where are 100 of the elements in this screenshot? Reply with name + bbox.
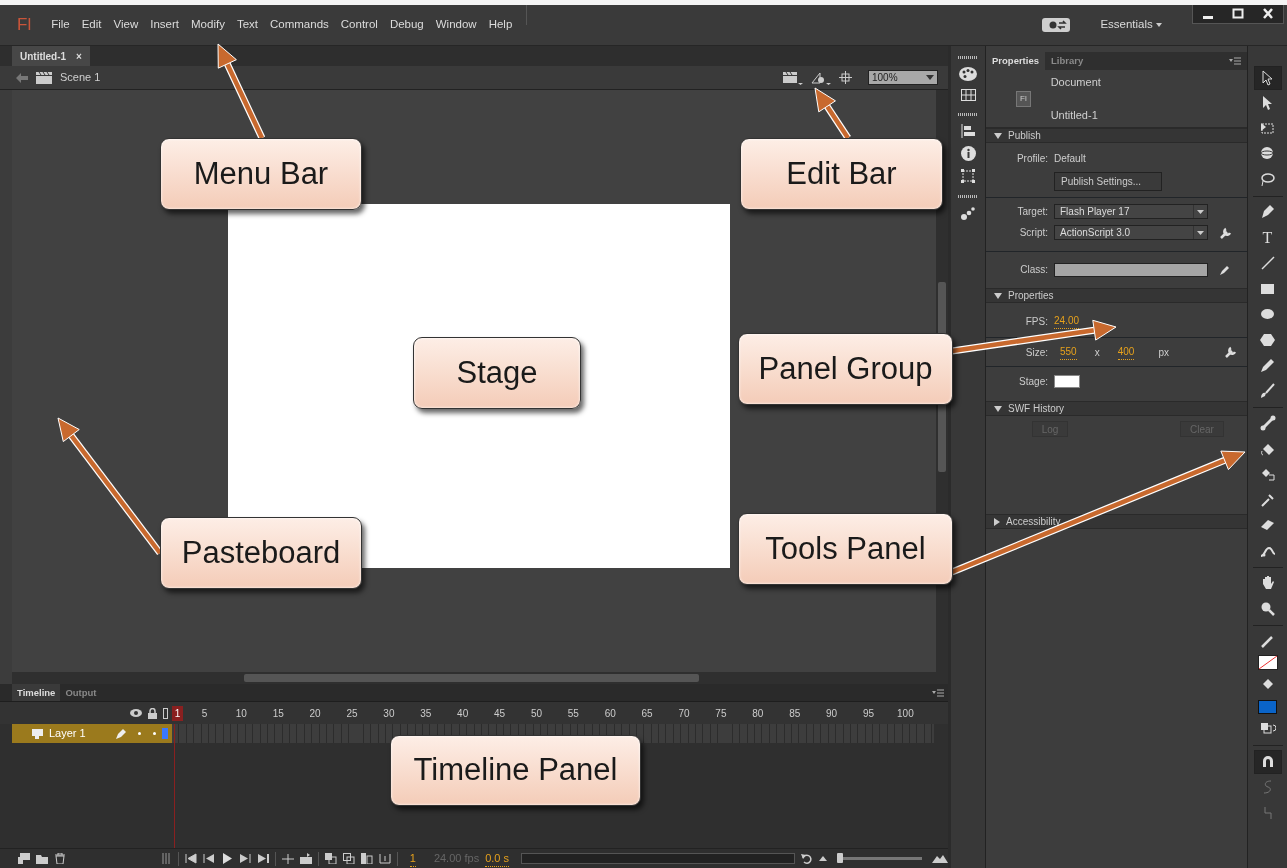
snap-magnet-tool-button[interactable] [1253, 750, 1282, 774]
disclosure-triangle-icon[interactable] [994, 292, 1002, 299]
info-icon[interactable] [960, 146, 976, 161]
pencil-icon[interactable] [1259, 357, 1276, 374]
last-frame-icon[interactable] [256, 853, 269, 864]
clapperboard-icon [36, 71, 52, 84]
menu-item[interactable]: Help [482, 14, 519, 36]
back-arrow-icon[interactable] [16, 72, 28, 83]
onion-markers-icon[interactable] [378, 853, 391, 864]
brush-icon[interactable] [1259, 382, 1276, 399]
onion-skin-icon[interactable] [324, 853, 337, 864]
scene-label[interactable]: Scene 1 [60, 69, 101, 86]
panel-tab[interactable]: Timeline [12, 684, 61, 701]
menu-item[interactable]: View [107, 14, 145, 36]
disclosure-triangle-icon[interactable] [994, 517, 1000, 526]
target-dropdown[interactable]: Flash Player 17 [1054, 204, 1208, 219]
layer-name: Layer 1 [49, 726, 87, 742]
color-palette-icon[interactable] [959, 67, 977, 81]
polygon-icon[interactable] [1259, 331, 1276, 348]
lock-icon[interactable] [148, 707, 157, 719]
pen-icon[interactable] [1259, 204, 1276, 221]
lasso-icon[interactable] [1259, 171, 1276, 188]
menu-item[interactable]: Control [334, 14, 384, 36]
transform-icon[interactable] [961, 169, 975, 183]
horizontal-scrollbar[interactable] [12, 672, 948, 684]
symbol-menu-icon[interactable] [811, 70, 831, 85]
small-mountain-icon[interactable] [819, 856, 827, 861]
line-icon[interactable] [1259, 255, 1276, 272]
trash-icon[interactable] [54, 853, 66, 864]
panel-menu-icon[interactable] [1229, 57, 1241, 65]
section-header[interactable]: Accessibility [986, 514, 1247, 529]
pencil-icon[interactable] [1220, 264, 1230, 275]
panel-menu-icon[interactable] [932, 689, 944, 697]
disclosure-triangle-icon[interactable] [994, 405, 1002, 412]
frame-number: 70 [677, 706, 691, 721]
menu-item[interactable]: Commands [264, 14, 335, 36]
free-transform-icon[interactable] [1259, 120, 1276, 137]
outline-color-icon[interactable] [162, 728, 168, 739]
crosshair-icon[interactable] [839, 71, 852, 84]
section-header[interactable]: Properties [986, 288, 1247, 303]
folder-icon[interactable] [36, 853, 48, 864]
dot-icon[interactable] [153, 732, 156, 735]
dot-icon[interactable] [138, 732, 141, 735]
menu-item[interactable]: Modify [185, 14, 231, 36]
step-back-icon[interactable] [202, 853, 215, 864]
current-frame[interactable]: 1 [409, 849, 416, 868]
stroke-color-icon[interactable] [1259, 633, 1276, 650]
panel-tab[interactable]: Properties [986, 52, 1045, 70]
bone-icon[interactable] [1259, 415, 1276, 432]
motion-dots-icon[interactable] [961, 206, 975, 220]
section-header[interactable]: Publish [986, 128, 1247, 143]
no-color-swatch[interactable] [1257, 655, 1278, 670]
new-layer-icon[interactable] [18, 853, 30, 864]
layer-icon [32, 728, 43, 739]
align-icon[interactable] [961, 124, 975, 138]
timeline-scrollbar[interactable] [521, 853, 795, 864]
magnifier-icon[interactable] [1259, 600, 1276, 617]
outline-icon[interactable] [163, 707, 168, 719]
playhead-frame[interactable]: 1 [172, 705, 183, 721]
selection-arrow-tool-button[interactable] [1253, 66, 1282, 90]
grip-icon[interactable] [159, 853, 172, 864]
stage-color-swatch[interactable] [1054, 375, 1080, 388]
menu-item[interactable]: Debug [383, 14, 430, 36]
fps-value[interactable]: 24.00 [1054, 313, 1080, 329]
menu-item[interactable]: Insert [144, 14, 185, 36]
disclosure-triangle-icon[interactable] [994, 132, 1002, 139]
first-frame-icon[interactable] [184, 853, 197, 864]
sync-settings-icon[interactable] [1042, 18, 1071, 32]
wrench-icon[interactable] [1220, 226, 1232, 239]
section-header[interactable]: SWF History [986, 401, 1247, 416]
eyedropper-icon[interactable] [1259, 491, 1276, 508]
wrench-icon[interactable] [1224, 346, 1237, 358]
class-field[interactable] [1054, 262, 1208, 277]
step-forward-icon[interactable] [238, 853, 251, 864]
large-mountain-icon[interactable] [932, 854, 948, 863]
script-dropdown[interactable]: ActionScript 3.0 [1054, 225, 1208, 240]
onion-outline-icon[interactable] [342, 853, 355, 864]
app-logo: Fl [17, 14, 32, 37]
play-icon[interactable] [220, 853, 233, 864]
clapperboard-menu-icon[interactable] [783, 70, 803, 85]
text-tool[interactable]: T [1253, 226, 1282, 250]
elapsed-time[interactable]: 0.0 s [485, 849, 509, 868]
tab-close-button[interactable]: × [76, 48, 82, 64]
menu-item[interactable]: Window [429, 14, 483, 36]
swatches-grid-icon[interactable] [960, 89, 976, 101]
eye-icon[interactable] [130, 709, 142, 717]
edit-frames-icon[interactable] [360, 853, 373, 864]
menu-item[interactable]: Edit [75, 14, 108, 36]
layer-row[interactable]: Layer 1 [12, 724, 172, 743]
fill-color-swatch[interactable] [1258, 699, 1277, 714]
slider-thumb[interactable] [837, 853, 844, 863]
publish-settings-button[interactable]: Publish Settings... [1054, 172, 1162, 191]
zoom-dropdown[interactable]: 100% [868, 70, 938, 85]
width-value[interactable]: 550 [1060, 344, 1077, 360]
document-tab[interactable]: Untitled-1 × [12, 46, 90, 66]
menu-item[interactable]: File [45, 14, 76, 36]
menu-item[interactable]: Text [230, 14, 264, 36]
undo-icon[interactable] [801, 853, 813, 864]
workspace-dropdown[interactable]: Essentials [1094, 14, 1168, 36]
height-value[interactable]: 400 [1117, 344, 1135, 360]
